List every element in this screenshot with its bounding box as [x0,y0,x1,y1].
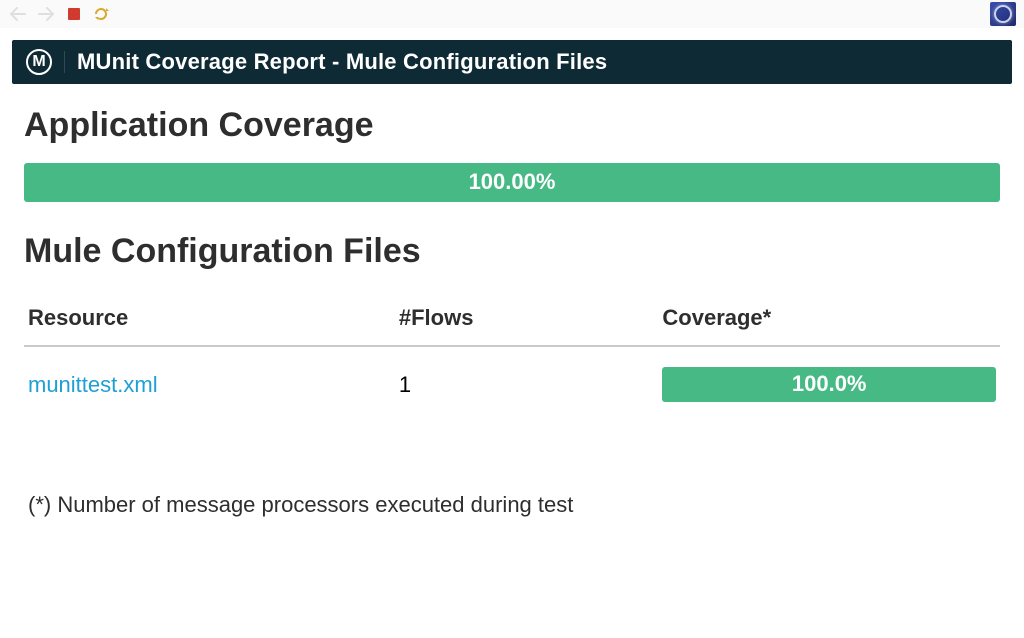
divider [64,51,65,73]
report-header: M MUnit Coverage Report - Mule Configura… [12,40,1012,84]
refresh-icon [93,6,111,22]
application-coverage-value: 100.00% [469,169,556,194]
report-body: Application Coverage 100.00% Mule Config… [12,84,1012,518]
stop-button[interactable] [64,4,84,24]
application-coverage-heading: Application Coverage [24,106,1000,145]
col-flows: #Flows [395,295,659,346]
files-heading: Mule Configuration Files [24,232,1000,271]
arrow-left-icon [10,7,26,21]
table-row: munittest.xml 1 100.0% [24,346,1000,422]
forward-button[interactable] [36,4,56,24]
refresh-button[interactable] [92,4,112,24]
back-button[interactable] [8,4,28,24]
mulesoft-logo-icon: M [26,49,52,75]
row-coverage-bar: 100.0% [662,367,996,402]
flows-cell: 1 [395,346,659,422]
stop-icon [67,7,81,21]
page-title: MUnit Coverage Report - Mule Configurati… [77,49,607,75]
col-coverage: Coverage* [658,295,1000,346]
files-table: Resource #Flows Coverage* munittest.xml … [24,295,1000,422]
ide-toolbar [0,0,1024,28]
eclipse-logo-icon [990,2,1016,26]
col-resource: Resource [24,295,395,346]
arrow-right-icon [38,7,54,21]
resource-link[interactable]: munittest.xml [28,372,158,397]
report-container: M MUnit Coverage Report - Mule Configura… [12,40,1012,518]
row-coverage-value: 100.0% [792,371,867,396]
footnote: (*) Number of message processors execute… [24,492,1000,518]
application-coverage-bar: 100.00% [24,163,1000,202]
